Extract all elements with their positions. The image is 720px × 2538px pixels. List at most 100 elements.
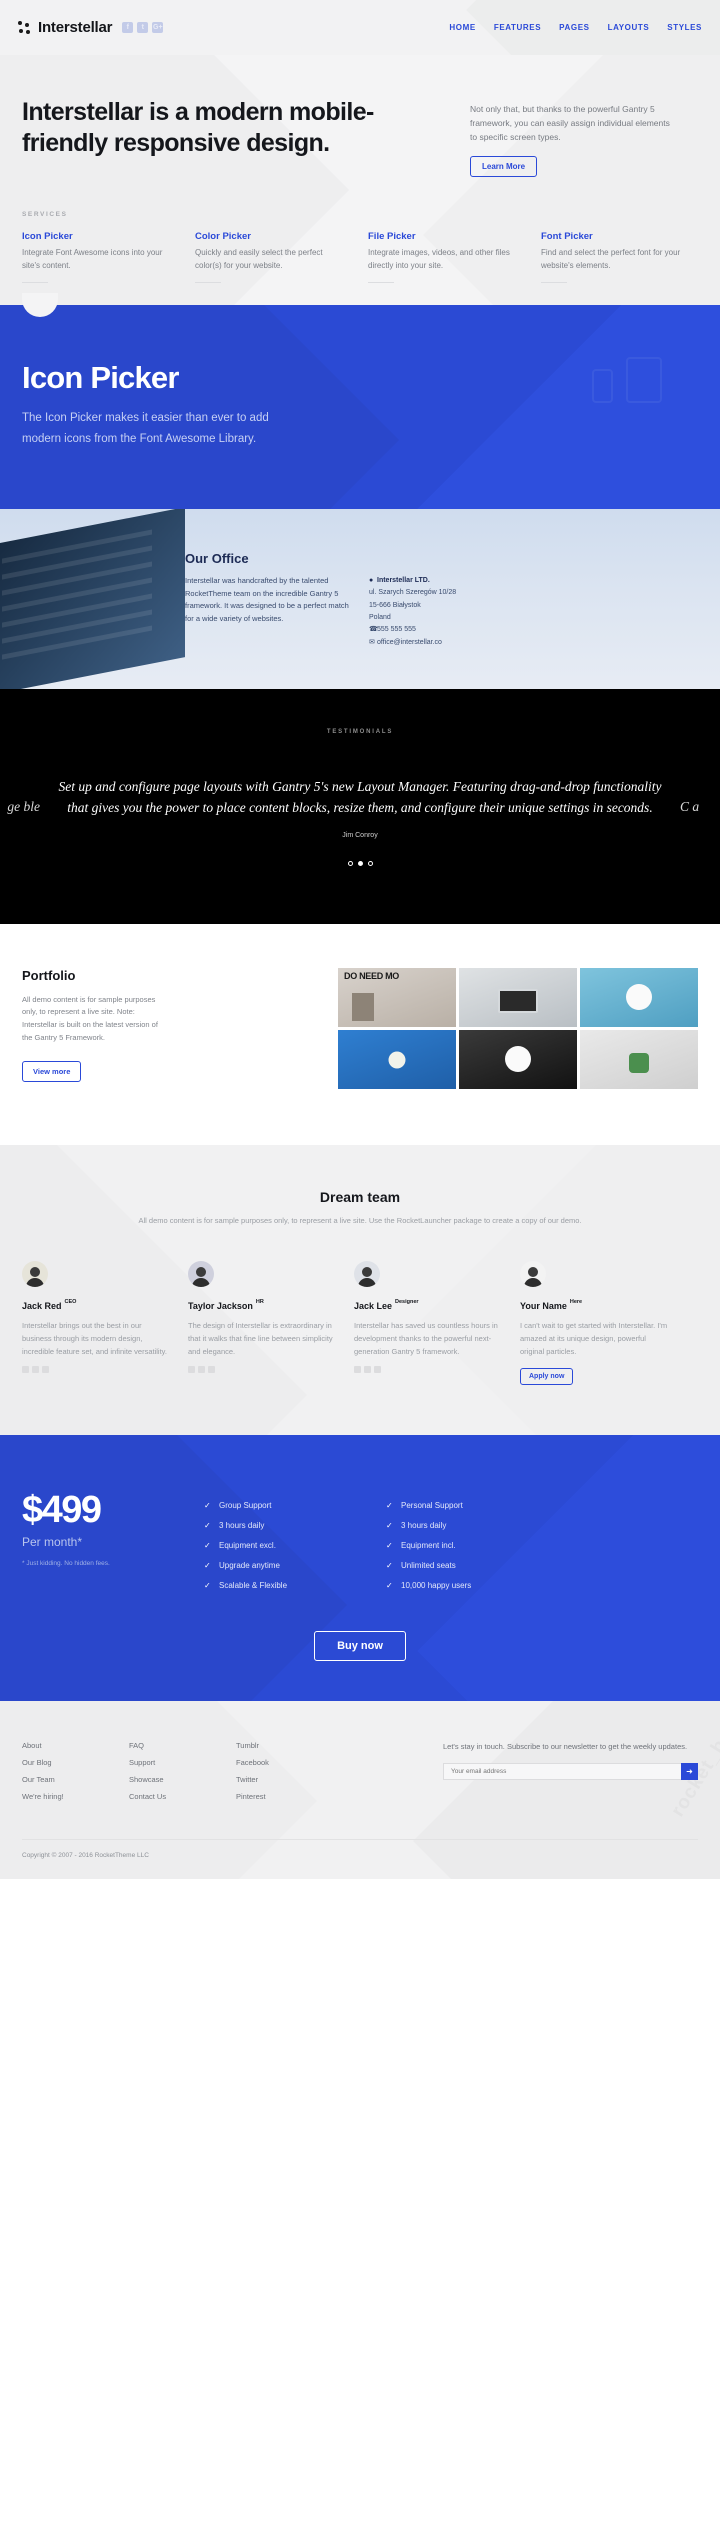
- portfolio-grid: DO NEED MO: [338, 967, 698, 1089]
- linkedin-icon[interactable]: [208, 1365, 215, 1373]
- office-phone: 555 555 555: [377, 626, 416, 634]
- dream-team-section: Dream team All demo content is for sampl…: [0, 1144, 720, 1435]
- newsletter-email-input[interactable]: [443, 1763, 681, 1781]
- services-block: SERVICES Icon Picker Integrate Font Awes…: [22, 211, 698, 305]
- nav-item-home[interactable]: HOME: [449, 23, 475, 32]
- check-icon: ✓: [204, 1500, 211, 1510]
- main-navigation: HOME FEATURES PAGES LAYOUTS STYLES: [449, 23, 702, 32]
- copyright-text: Copyright © 2007 - 2016 RocketTheme LLC: [22, 1838, 698, 1859]
- footer-link-faq[interactable]: FAQ: [129, 1741, 214, 1750]
- portfolio-tile-caption: DO NEED MO: [344, 970, 400, 981]
- testimonials-section: TESTIMONIALS ge ble C a Set up and confi…: [0, 688, 720, 924]
- team-member-card: Jack Lee Designer Interstellar has saved …: [354, 1261, 504, 1385]
- feature-label: 10,000 happy users: [401, 1580, 472, 1590]
- member-name: Jack Lee: [354, 1301, 393, 1312]
- email-icon: ✉: [369, 638, 375, 646]
- newsletter-submit-button[interactable]: ➜: [681, 1763, 698, 1781]
- portfolio-tile[interactable]: [580, 967, 698, 1027]
- device-illustration: [592, 357, 662, 404]
- service-card-color-picker[interactable]: Color Picker Quickly and easily select t…: [195, 231, 350, 284]
- linkedin-icon[interactable]: [42, 1365, 49, 1373]
- testimonial-prev-peek[interactable]: ge ble: [0, 797, 40, 818]
- check-icon: ✓: [204, 1580, 211, 1590]
- linkedin-icon[interactable]: [374, 1365, 381, 1373]
- service-text: Integrate Font Awesome icons into your s…: [22, 248, 163, 271]
- plate-decor: [505, 1046, 531, 1073]
- portfolio-tile[interactable]: [580, 1029, 698, 1089]
- office-street: ul. Szarych Szeregów 10/28: [369, 589, 457, 597]
- portfolio-tile[interactable]: [459, 1029, 577, 1089]
- testimonial-author: Jim Conroy: [342, 831, 378, 839]
- logo[interactable]: Interstellar: [18, 19, 113, 36]
- buy-now-button[interactable]: Buy now: [314, 1630, 406, 1661]
- portfolio-tile[interactable]: [338, 1029, 456, 1089]
- learn-more-button[interactable]: Learn More: [470, 156, 538, 178]
- check-icon: ✓: [386, 1500, 393, 1510]
- office-city: 15-666 Białystok: [369, 601, 421, 609]
- portfolio-tile[interactable]: [459, 967, 577, 1027]
- newsletter-text: Let's stay in touch. Subscribe to our ne…: [443, 1741, 688, 1751]
- member-role: Here: [569, 1298, 583, 1305]
- member-social-links: [354, 1365, 504, 1373]
- footer-link-contact-us[interactable]: Contact Us: [129, 1792, 214, 1801]
- service-text: Find and select the perfect font for you…: [541, 248, 681, 271]
- office-email[interactable]: office@interstellar.co: [377, 639, 442, 646]
- nav-item-features[interactable]: FEATURES: [494, 23, 541, 32]
- view-more-button[interactable]: View more: [22, 1060, 82, 1082]
- team-subtitle: All demo content is for sample purposes …: [138, 1215, 582, 1225]
- facebook-icon[interactable]: f: [122, 22, 134, 33]
- service-title: Color Picker: [195, 231, 251, 243]
- feature-label: Scalable & Flexible: [219, 1580, 288, 1590]
- footer-link-pinterest[interactable]: Pinterest: [236, 1792, 321, 1801]
- carousel-dot-3[interactable]: [367, 860, 373, 866]
- member-role: HR: [255, 1298, 264, 1305]
- carousel-dot-2-active[interactable]: [357, 860, 363, 866]
- logo-text: Interstellar: [38, 19, 113, 36]
- price-period: Per month*: [22, 1534, 83, 1549]
- service-card-font-picker[interactable]: Font Picker Find and select the perfect …: [541, 231, 696, 284]
- member-text: Interstellar has saved us countless hour…: [354, 1321, 498, 1356]
- portfolio-tile[interactable]: DO NEED MO: [338, 967, 456, 1027]
- apply-now-button[interactable]: Apply now: [520, 1367, 574, 1385]
- service-title: Font Picker: [541, 231, 593, 243]
- twitter-icon[interactable]: [188, 1365, 195, 1373]
- facebook-icon[interactable]: [364, 1365, 371, 1373]
- feature-label: 3 hours daily: [401, 1520, 447, 1530]
- footer-link-showcase[interactable]: Showcase: [129, 1775, 214, 1784]
- laptop-decor: [498, 988, 538, 1013]
- portfolio-text: All demo content is for sample purposes …: [22, 994, 158, 1042]
- service-card-file-picker[interactable]: File Picker Integrate images, videos, an…: [368, 231, 523, 284]
- footer-link-our-team[interactable]: Our Team: [22, 1775, 107, 1784]
- footer-link-tumblr[interactable]: Tumblr: [236, 1741, 321, 1750]
- twitter-icon[interactable]: [354, 1365, 361, 1373]
- check-icon: ✓: [204, 1520, 211, 1530]
- facebook-icon[interactable]: [32, 1365, 39, 1373]
- member-name: Jack Red: [22, 1301, 62, 1312]
- bulb-decor: [388, 1051, 406, 1069]
- feature-label: Unlimited seats: [401, 1560, 456, 1570]
- member-role: Designer: [395, 1298, 419, 1305]
- googleplus-icon[interactable]: G+: [152, 22, 164, 33]
- intro-paragraph: Not only that, but thanks to the powerfu…: [470, 104, 670, 143]
- service-card-icon-picker[interactable]: Icon Picker Integrate Font Awesome icons…: [22, 231, 177, 284]
- nav-item-layouts[interactable]: LAYOUTS: [608, 23, 650, 32]
- price-block: $499 Per month* * Just kidding. No hidde…: [22, 1491, 182, 1567]
- price-amount: $499: [22, 1488, 102, 1531]
- features-right-column: ✓ Personal Support ✓ 3 hours daily ✓ Equipm…: [386, 1491, 546, 1601]
- twitter-icon[interactable]: t: [137, 22, 149, 33]
- footer-link-facebook[interactable]: Facebook: [236, 1758, 321, 1767]
- footer-link-hiring[interactable]: We're hiring!: [22, 1792, 107, 1801]
- facebook-icon[interactable]: [198, 1365, 205, 1373]
- carousel-dot-1[interactable]: [347, 860, 353, 866]
- member-text: I can't wait to get started with Interst…: [520, 1321, 668, 1356]
- twitter-icon[interactable]: [22, 1365, 29, 1373]
- nav-item-styles[interactable]: STYLES: [667, 23, 702, 32]
- office-country: Poland: [369, 614, 391, 622]
- footer-link-about[interactable]: About: [22, 1741, 107, 1750]
- footer-link-twitter[interactable]: Twitter: [236, 1775, 321, 1784]
- testimonial-next-peek[interactable]: C a: [680, 797, 720, 818]
- nav-item-pages[interactable]: PAGES: [559, 23, 589, 32]
- service-text: Integrate images, videos, and other file…: [368, 248, 510, 271]
- footer-link-support[interactable]: Support: [129, 1758, 214, 1767]
- footer-link-our-blog[interactable]: Our Blog: [22, 1758, 107, 1767]
